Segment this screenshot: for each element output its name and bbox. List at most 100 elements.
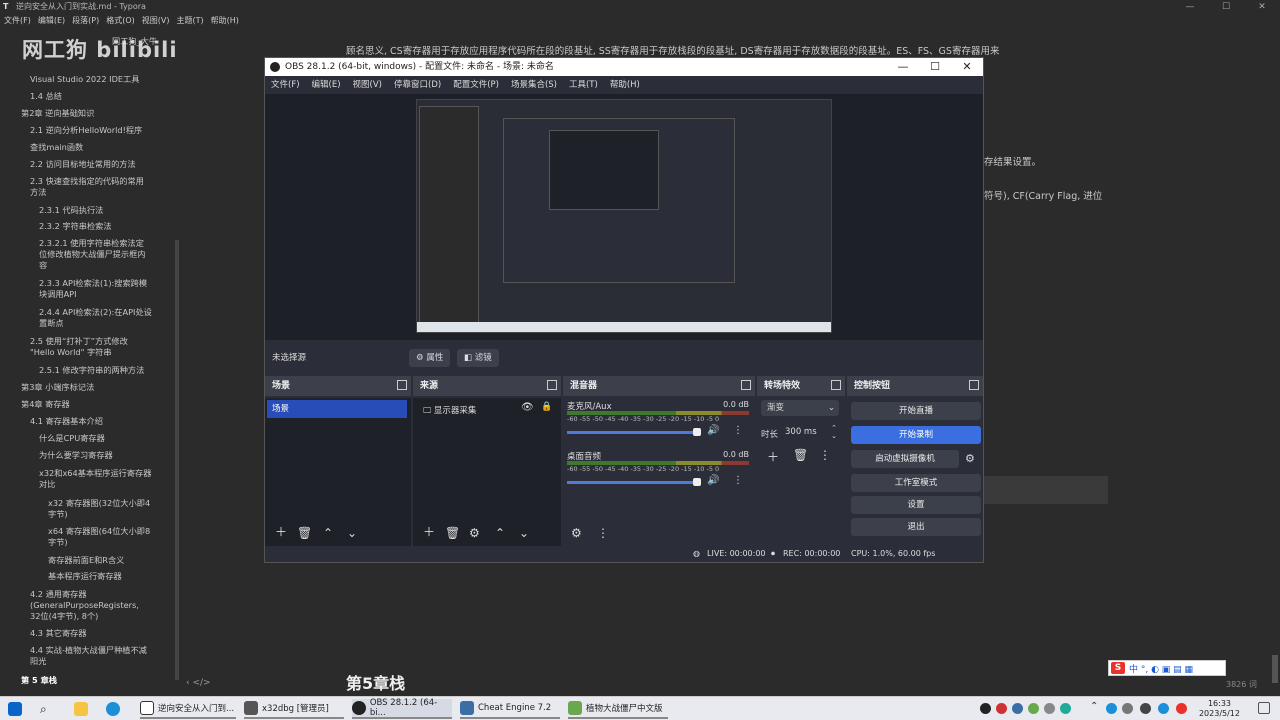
- obs-preview[interactable]: [265, 94, 983, 340]
- outline-item[interactable]: 2.5 使用“打补丁”方式修改: [30, 336, 128, 346]
- outline-item[interactable]: 块调用API: [39, 289, 77, 299]
- network-icon[interactable]: [1106, 703, 1117, 714]
- remove-scene-button[interactable]: 🗑: [297, 526, 312, 540]
- menu-edit[interactable]: 编辑(E): [34, 14, 68, 28]
- tray-app-icon[interactable]: [1158, 703, 1169, 714]
- obs-menu-view[interactable]: 视图(V): [347, 76, 388, 94]
- transition-select[interactable]: 渐变 ⌄: [761, 400, 839, 416]
- move-up-button[interactable]: ⌃: [495, 526, 505, 540]
- outline-item[interactable]: 2.2 访问目标地址常用的方法: [30, 159, 136, 169]
- outline-item[interactable]: 什么是CPU寄存器: [39, 433, 105, 443]
- outline-item[interactable]: 方法: [30, 187, 46, 197]
- properties-button[interactable]: ⚙ 属性: [409, 349, 451, 367]
- scene-item[interactable]: 场景: [267, 400, 407, 418]
- popout-icon[interactable]: [397, 380, 407, 390]
- outline-item[interactable]: 阳光: [30, 656, 46, 666]
- outline-item[interactable]: 对比: [39, 479, 55, 489]
- outline-item[interactable]: 查找main函数: [30, 142, 83, 152]
- tray-obs-icon[interactable]: [980, 703, 991, 714]
- show-hidden-icons-chevron-icon[interactable]: ⌃: [1090, 701, 1098, 712]
- taskbar-app-typora[interactable]: 逆向安全从入门到...: [140, 699, 236, 719]
- obs-menu-tools[interactable]: 工具(T): [563, 76, 604, 94]
- volume-slider[interactable]: [567, 481, 699, 484]
- outline-item[interactable]: 4.2 通用寄存器: [30, 589, 87, 599]
- obs-menu-help[interactable]: 帮助(H): [604, 76, 646, 94]
- transition-menu-icon[interactable]: ⋮: [819, 448, 831, 462]
- add-transition-button[interactable]: ＋: [767, 448, 779, 465]
- speaker-icon[interactable]: [1122, 703, 1133, 714]
- obs-close-button[interactable]: ✕: [951, 58, 983, 76]
- menu-paragraph[interactable]: 段落(P): [68, 14, 102, 28]
- outline-item[interactable]: "Hello World" 字符串: [30, 347, 112, 357]
- obs-menu-file[interactable]: 文件(F): [265, 76, 306, 94]
- exit-button[interactable]: 退出: [851, 518, 981, 536]
- menu-view[interactable]: 视图(V): [138, 14, 173, 28]
- taskbar-app-pvz[interactable]: 植物大战僵尸中文版: [568, 699, 668, 719]
- outline-item[interactable]: 32位(4字节), 8个): [30, 611, 98, 621]
- speaker-icon[interactable]: 🔊: [707, 475, 719, 486]
- source-settings-gear-icon[interactable]: ⚙: [469, 526, 480, 540]
- source-item[interactable]: 🖵 显示器采集: [423, 404, 476, 416]
- tray-app-icon[interactable]: [996, 703, 1007, 714]
- outline-item[interactable]: 第 5 章栈: [21, 675, 57, 685]
- menu-file[interactable]: 文件(F): [0, 14, 34, 28]
- outline-item[interactable]: 寄存器前面E和R含义: [48, 555, 124, 565]
- mixer-settings-gear-icon[interactable]: ⚙: [571, 526, 582, 540]
- taskbar-app-cheat-engine[interactable]: Cheat Engine 7.2: [460, 699, 560, 719]
- close-button[interactable]: ✕: [1244, 0, 1280, 14]
- speaker-icon[interactable]: 🔊: [707, 425, 719, 436]
- outline-item[interactable]: x32 寄存器图(32位大小即4: [48, 498, 150, 508]
- outline-item[interactable]: 2.3 快速查找指定的代码的常用: [30, 176, 144, 186]
- outline-item[interactable]: 4.4 实战-植物大战僵尸种植不减: [30, 645, 147, 655]
- outline-scrollbar[interactable]: [175, 240, 179, 680]
- outline-item[interactable]: 第4章 寄存器: [21, 399, 70, 409]
- move-down-button[interactable]: ⌄: [347, 526, 357, 540]
- outline-item[interactable]: 2.3.2 字符串检索法: [39, 221, 112, 231]
- volume-slider[interactable]: [567, 431, 699, 434]
- word-count[interactable]: 3826 词: [1226, 679, 1257, 690]
- outline-item[interactable]: Visual Studio 2022 IDE工具: [30, 74, 139, 84]
- move-down-button[interactable]: ⌄: [519, 526, 529, 540]
- filters-button[interactable]: ◧ 滤镜: [457, 349, 499, 367]
- obs-menu-scene-collection[interactable]: 场景集合(S): [505, 76, 563, 94]
- outline-item[interactable]: 2.4.4 API检索法(2):在API处设: [39, 307, 152, 317]
- visibility-eye-icon[interactable]: 👁: [521, 402, 534, 413]
- obs-maximize-button[interactable]: ☐: [919, 58, 951, 76]
- add-scene-button[interactable]: ＋: [275, 523, 287, 540]
- popout-icon[interactable]: [831, 380, 841, 390]
- start-virtual-camera-button[interactable]: 启动虚拟摄像机: [851, 450, 959, 468]
- popout-icon[interactable]: [547, 380, 557, 390]
- outline-item[interactable]: x32和x64基本程序运行寄存器: [39, 468, 151, 478]
- volume-slider-knob[interactable]: [693, 478, 701, 486]
- remove-source-button[interactable]: 🗑: [445, 526, 460, 540]
- obs-minimize-button[interactable]: —: [887, 58, 919, 76]
- menu-theme[interactable]: 主题(T): [172, 14, 206, 28]
- obs-menu-docks[interactable]: 停靠窗口(D): [388, 76, 447, 94]
- outline-item[interactable]: 置断点: [39, 318, 64, 328]
- maximize-button[interactable]: ☐: [1208, 0, 1244, 14]
- tray-app-icon[interactable]: [1012, 703, 1023, 714]
- obs-menu-edit[interactable]: 编辑(E): [306, 76, 347, 94]
- popout-icon[interactable]: [969, 380, 979, 390]
- start-button[interactable]: [8, 699, 22, 719]
- menu-format[interactable]: 格式(O): [102, 14, 138, 28]
- outline-item[interactable]: 1.4 总结: [30, 91, 62, 101]
- outline-item[interactable]: 4.1 寄存器基本介绍: [30, 416, 103, 426]
- outline-item[interactable]: 2.1 逆向分析HelloWorld!程序: [30, 125, 142, 135]
- file-explorer-icon[interactable]: [74, 699, 88, 719]
- outline-item[interactable]: 容: [39, 260, 47, 270]
- outline-item[interactable]: 2.5.1 修改字符串的两种方法: [39, 365, 144, 375]
- ime-toolbar[interactable]: S 中 °, ◐ ▣ ▤ ▦: [1108, 660, 1226, 676]
- outline-item[interactable]: 第3章 小端序标记法: [21, 382, 94, 392]
- edge-icon[interactable]: [106, 699, 120, 719]
- more-options-icon[interactable]: ⋮: [733, 425, 743, 436]
- outline-item[interactable]: (GeneralPurposeRegisters,: [30, 600, 139, 610]
- tray-app-icon[interactable]: [1044, 703, 1055, 714]
- outline-item[interactable]: x64 寄存器图(64位大小即8: [48, 526, 150, 536]
- minimize-button[interactable]: —: [1172, 0, 1208, 14]
- remove-transition-button[interactable]: 🗑: [793, 448, 808, 462]
- studio-mode-button[interactable]: 工作室模式: [851, 474, 981, 492]
- outline-item[interactable]: 位修改植物大战僵尸提示框内: [39, 249, 145, 259]
- taskbar-app-obs[interactable]: OBS 28.1.2 (64-bi...: [352, 698, 452, 719]
- outline-item[interactable]: 第2章 逆向基础知识: [21, 108, 94, 118]
